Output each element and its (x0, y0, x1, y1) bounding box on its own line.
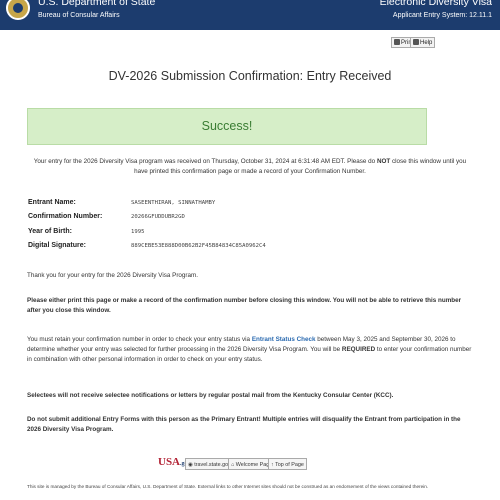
header-bar: U.S. Department of State Bureau of Consu… (0, 0, 500, 30)
confirmation-row: Confirmation Number: 20266GFUDDUBR2GD (28, 213, 468, 224)
entrant-status-check-link[interactable]: Entrant Status Check (252, 336, 316, 343)
help-label: Help (420, 40, 433, 46)
department-name: U.S. Department of State (38, 0, 156, 8)
retain-before: You must retain your confirmation number… (27, 336, 252, 343)
success-banner: Success! (27, 108, 427, 145)
intro-bold: NOT (376, 158, 391, 165)
help-icon (413, 39, 419, 45)
state-seal-icon (6, 0, 30, 20)
birth-year-row: Year of Birth: 1995 (28, 228, 468, 239)
signature-row: Digital Signature: 889CEBE53E888D00B62B2… (28, 242, 468, 253)
retain-required: REQUIRED (341, 346, 376, 353)
thanks-text: Thank you for your entry for the 2026 Di… (27, 272, 199, 279)
retain-text: You must retain your confirmation number… (27, 335, 473, 365)
page-title: DV-2026 Submission Confirmation: Entry R… (108, 69, 392, 83)
globe-icon: ◉ (188, 462, 193, 468)
intro-text: Your entry for the 2026 Diversity Visa p… (27, 157, 473, 177)
confirmation-value: 20266GFUDDUBR2GD (131, 214, 185, 220)
birth-year-label: Year of Birth: (28, 228, 72, 235)
signature-label: Digital Signature: (28, 242, 86, 249)
intro-before: Your entry for the 2026 Diversity Visa p… (33, 158, 377, 165)
welcome-label: Welcome Page (235, 462, 273, 468)
entrant-name-value: SASEENTHIRAN, SINNATHAMBY (131, 200, 216, 206)
confirmation-label: Confirmation Number: (28, 213, 103, 220)
birth-year-value: 1995 (131, 229, 145, 235)
signature-value: 889CEBE53E888D00B62B2F45B84834C85A0962C4 (131, 243, 266, 249)
help-button[interactable]: Help (410, 37, 436, 48)
travel-label: travel.state.gov (194, 462, 231, 468)
travel-state-gov-link[interactable]: ◉ travel.state.gov (185, 458, 234, 470)
usa-logo-text: USA (158, 456, 181, 468)
entrant-name-row: Entrant Name: SASEENTHIRAN, SINNATHAMBY (28, 199, 468, 210)
no-additional-entries-notice: Do not submit additional Entry Forms wit… (27, 416, 461, 433)
print-icon (394, 39, 400, 45)
arrow-up-icon: ↑ (271, 462, 274, 468)
app-system-version: Applicant Entry System: 12.11.1 (392, 12, 492, 19)
print-warning: Please either print this page or make a … (27, 297, 462, 314)
footer-note: This site is managed by the Bureau of Co… (27, 484, 429, 489)
bureau-name: Bureau of Consular Affairs (38, 12, 120, 19)
entrant-name-label: Entrant Name: (28, 199, 76, 206)
home-icon: ⌂ (231, 462, 235, 468)
top-of-page-link[interactable]: ↑ Top of Page (268, 458, 307, 470)
top-label: Top of Page (275, 462, 304, 468)
app-title: Electronic Diversity Visa (379, 0, 492, 8)
selectees-notice: Selectees will not receive selectee noti… (27, 392, 394, 399)
